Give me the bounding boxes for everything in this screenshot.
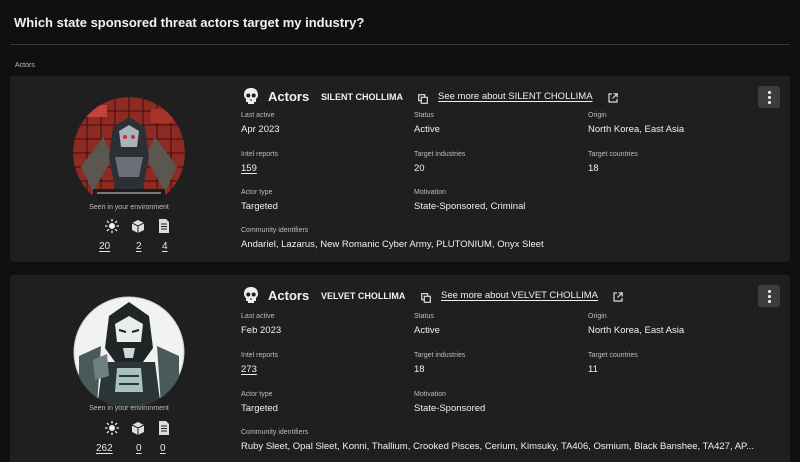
actor-name: SILENT CHOLLIMA bbox=[321, 92, 403, 102]
hosts-count-link[interactable]: 0 bbox=[136, 443, 142, 454]
more-vertical-icon bbox=[768, 290, 771, 293]
actor-avatar bbox=[73, 296, 185, 408]
question-title: Which state sponsored threat actors targ… bbox=[14, 15, 365, 30]
copy-icon[interactable] bbox=[418, 91, 428, 104]
actor-name: VELVET CHOLLIMA bbox=[321, 291, 406, 301]
seen-in-environment-label: Seen in your environment bbox=[89, 405, 169, 412]
stat-icons bbox=[94, 421, 174, 435]
sun-burst-icon bbox=[104, 219, 120, 233]
reports-count-link[interactable]: 0 bbox=[160, 443, 166, 454]
actors-heading: Actors bbox=[268, 288, 310, 303]
hosts-count-link[interactable]: 2 bbox=[136, 241, 142, 252]
skull-icon bbox=[242, 87, 260, 105]
field-target-industries: Target industries 18 bbox=[414, 352, 466, 375]
field-target-countries: Target countries 11 bbox=[588, 352, 638, 375]
copy-icon[interactable] bbox=[421, 290, 431, 303]
more-options-button[interactable] bbox=[758, 86, 780, 108]
more-vertical-icon bbox=[768, 91, 771, 94]
external-link-icon[interactable] bbox=[608, 90, 618, 103]
actor-header: Actors SILENT CHOLLIMA See more about SI… bbox=[240, 86, 780, 106]
field-last-active: Last active Feb 2023 bbox=[241, 313, 282, 336]
field-community-identifiers: Community identifiers Ruby Sleet, Opal S… bbox=[241, 429, 755, 452]
actor-card-velvet-chollima: Seen in your environment 262 0 0 Actors … bbox=[10, 275, 790, 462]
see-more-link[interactable]: See more about VELVET CHOLLIMA bbox=[441, 290, 598, 301]
field-status: Status Active bbox=[414, 313, 440, 336]
section-label: Actors bbox=[15, 62, 35, 69]
document-icon bbox=[156, 421, 172, 435]
stat-values: 262 0 0 bbox=[94, 443, 174, 455]
detections-count-link[interactable]: 262 bbox=[96, 443, 113, 454]
field-actor-type: Actor type Targeted bbox=[241, 189, 278, 212]
actor-avatar bbox=[73, 97, 185, 209]
more-options-button[interactable] bbox=[758, 285, 780, 307]
field-actor-type: Actor type Targeted bbox=[241, 391, 278, 414]
field-motivation: Motivation State-Sponsored, Criminal bbox=[414, 189, 526, 212]
actor-header: Actors VELVET CHOLLIMA See more about VE… bbox=[240, 285, 780, 305]
detections-count-link[interactable]: 20 bbox=[99, 241, 110, 252]
reports-count-link[interactable]: 4 bbox=[162, 241, 168, 252]
stacked-hosts-icon bbox=[130, 219, 146, 233]
external-link-icon[interactable] bbox=[613, 289, 623, 302]
field-origin: Origin North Korea, East Asia bbox=[588, 313, 685, 336]
divider bbox=[10, 44, 790, 45]
intel-reports-link[interactable]: 159 bbox=[241, 163, 278, 174]
field-intel-reports: Intel reports 159 bbox=[241, 151, 278, 174]
field-target-countries: Target countries 18 bbox=[588, 151, 638, 174]
field-community-identifiers: Community identifiers Andariel, Lazarus,… bbox=[241, 227, 544, 250]
field-status: Status Active bbox=[414, 112, 440, 135]
stacked-hosts-icon bbox=[130, 421, 146, 435]
field-origin: Origin North Korea, East Asia bbox=[588, 112, 685, 135]
stat-icons bbox=[94, 219, 174, 233]
field-intel-reports: Intel reports 273 bbox=[241, 352, 278, 375]
seen-in-environment-label: Seen in your environment bbox=[89, 204, 169, 211]
skull-icon bbox=[242, 286, 260, 304]
document-icon bbox=[156, 219, 172, 233]
field-motivation: Motivation State-Sponsored bbox=[414, 391, 486, 414]
stat-values: 20 2 4 bbox=[94, 241, 174, 253]
field-target-industries: Target industries 20 bbox=[414, 151, 466, 174]
intel-reports-link[interactable]: 273 bbox=[241, 364, 278, 375]
sun-burst-icon bbox=[104, 421, 120, 435]
see-more-link[interactable]: See more about SILENT CHOLLIMA bbox=[438, 91, 593, 102]
actors-heading: Actors bbox=[268, 89, 310, 104]
actor-card-silent-chollima: Seen in your environment 20 2 4 Actors S… bbox=[10, 76, 790, 262]
field-last-active: Last active Apr 2023 bbox=[241, 112, 280, 135]
